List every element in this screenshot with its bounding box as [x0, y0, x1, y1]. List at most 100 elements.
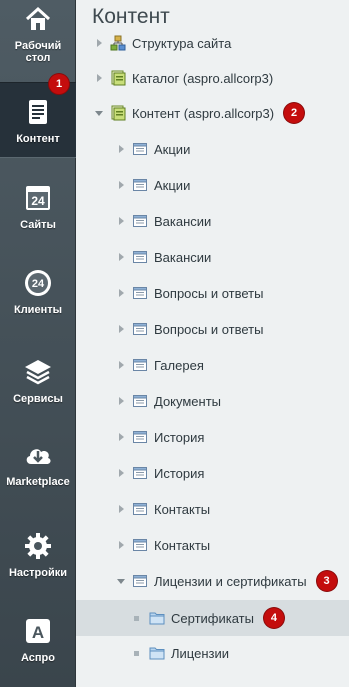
sidebar-item-clients[interactable]: 24 Клиенты: [0, 268, 76, 318]
expand-arrow-right-icon[interactable]: [116, 360, 126, 370]
tree-item[interactable]: Галерея: [76, 347, 349, 383]
tree-item[interactable]: Контент (aspro.allcorp3) 2: [76, 95, 349, 131]
tree-item[interactable]: Контакты: [76, 491, 349, 527]
tree-item-label: Вопросы и ответы: [154, 321, 264, 337]
sidebar-item-sites[interactable]: 24 Сайты: [0, 183, 76, 233]
sidebar-item-label: Сайты: [20, 219, 56, 231]
tree-item-label: Контент (aspro.allcorp3): [132, 105, 275, 121]
content-panel: Контент Структура сайта Каталог (aspro.al…: [76, 0, 349, 687]
expand-arrow-right-icon[interactable]: [116, 324, 126, 334]
list-icon: [132, 429, 148, 445]
annotation-badge-2: 2: [284, 103, 305, 123]
expand-arrow-right-icon[interactable]: [116, 396, 126, 406]
tree-item-label: Контакты: [154, 537, 211, 553]
expand-arrow-down-icon[interactable]: [94, 108, 104, 118]
tree-item[interactable]: Контакты: [76, 527, 349, 563]
svg-text:24: 24: [31, 194, 45, 208]
list-icon: [132, 537, 148, 553]
expand-arrow-right-icon[interactable]: [116, 216, 126, 226]
tree-item-label: История: [154, 429, 205, 445]
tree-item[interactable]: Сертификаты 4: [76, 600, 349, 636]
tree-item[interactable]: История: [76, 455, 349, 491]
tree-item[interactable]: Вакансии: [76, 239, 349, 275]
tree-item-label: Сертификаты: [171, 610, 254, 626]
tree-item[interactable]: История: [76, 419, 349, 455]
expand-arrow-right-icon[interactable]: [116, 432, 126, 442]
tree-item-label: Акции: [154, 141, 191, 157]
list-icon: [132, 285, 148, 301]
expand-arrow-right-icon[interactable]: [94, 73, 104, 83]
tree-item[interactable]: Лицензии: [76, 635, 349, 671]
tree-item-label: История: [154, 465, 205, 481]
clients-24-icon: 24: [23, 268, 53, 298]
annotation-badge-4: 4: [263, 608, 284, 628]
tree-item-label: Лицензии: [171, 645, 229, 661]
calendar-24-icon: 24: [23, 183, 53, 213]
annotation-badge-3: 3: [316, 571, 337, 591]
home-icon: [23, 4, 53, 34]
sidebar-item-label: Настройки: [8, 567, 68, 579]
expand-arrow-right-icon[interactable]: [116, 468, 126, 478]
list-icon: [132, 249, 148, 265]
tree-item[interactable]: Документы: [76, 383, 349, 419]
expand-arrow-right-icon[interactable]: [116, 252, 126, 262]
expand-arrow-right-icon[interactable]: [116, 504, 126, 514]
tree-item-label: Галерея: [154, 357, 204, 373]
sidebar-item-label: Клиенты: [13, 304, 62, 316]
svg-text:A: A: [32, 623, 44, 642]
sidebar-item-services[interactable]: Сервисы: [0, 357, 76, 407]
tree-item-label: Контакты: [154, 501, 211, 517]
tree-item-label: Вопросы и ответы: [154, 285, 264, 301]
sidebar-item-label: Рабочий: [14, 40, 62, 52]
tree-item-label: Вакансии: [154, 213, 212, 229]
tree-item-label: Структура сайта: [132, 35, 232, 51]
sidebar-item-label: стол: [25, 52, 51, 64]
list-icon: [132, 465, 148, 481]
sidebar-item-label: Аспро: [21, 652, 55, 664]
list-icon: [132, 501, 148, 517]
tree-item-label: Каталог (aspro.allcorp3): [132, 70, 274, 86]
expand-arrow-right-icon[interactable]: [116, 180, 126, 190]
expand-arrow-right-icon[interactable]: [116, 288, 126, 298]
tree-item[interactable]: Вакансии: [76, 203, 349, 239]
catalog-icon: [110, 105, 126, 121]
list-icon: [132, 573, 148, 589]
sidebar-item-label: Сервисы: [13, 393, 63, 405]
tree-item[interactable]: Вопросы и ответы: [76, 275, 349, 311]
sidebar-item-label: Контент: [16, 133, 60, 145]
tree-item[interactable]: Вопросы и ответы: [76, 311, 349, 347]
catalog-icon: [110, 70, 126, 86]
svg-text:24: 24: [32, 278, 45, 290]
tree-item-label: Вакансии: [154, 249, 212, 265]
tree-leaf-dot: [134, 650, 139, 656]
expand-arrow-right-icon[interactable]: [116, 540, 126, 550]
tree-item[interactable]: Акции: [76, 167, 349, 203]
tree-item-label: Лицензии и сертификаты: [154, 573, 307, 589]
cloud-download-icon: [23, 440, 53, 470]
tree-item[interactable]: Структура сайта: [76, 25, 349, 61]
tree-item-label: Документы: [154, 393, 222, 409]
site-structure-icon: [110, 35, 126, 51]
list-icon: [132, 141, 148, 157]
list-icon: [132, 393, 148, 409]
tree-item[interactable]: Лицензии и сертификаты 3: [76, 563, 349, 599]
aspro-a-icon: A: [23, 616, 53, 646]
sidebar-item-aspro[interactable]: A Аспро: [0, 616, 76, 666]
sidebar-item-marketplace[interactable]: Marketplace: [0, 440, 76, 490]
folder-icon: [149, 610, 165, 626]
folder-icon: [149, 645, 165, 661]
expand-arrow-down-icon[interactable]: [116, 576, 126, 586]
tree-item[interactable]: Каталог (aspro.allcorp3): [76, 60, 349, 96]
layers-icon: [23, 357, 53, 387]
expand-arrow-right-icon[interactable]: [116, 144, 126, 154]
sidebar-item-content[interactable]: Контент: [0, 82, 76, 158]
tree-item-label: Акции: [154, 177, 191, 193]
expand-arrow-right-icon[interactable]: [94, 38, 104, 48]
sidebar-item-desktop[interactable]: Рабочий стол: [0, 2, 76, 74]
left-sidebar: Рабочий стол Контент 1 24 Сайты 24 Клиен…: [0, 0, 76, 687]
list-icon: [132, 177, 148, 193]
tree-item[interactable]: Акции: [76, 131, 349, 167]
list-icon: [132, 321, 148, 337]
sidebar-item-settings[interactable]: Настройки: [0, 531, 76, 581]
gear-icon: [23, 531, 53, 561]
